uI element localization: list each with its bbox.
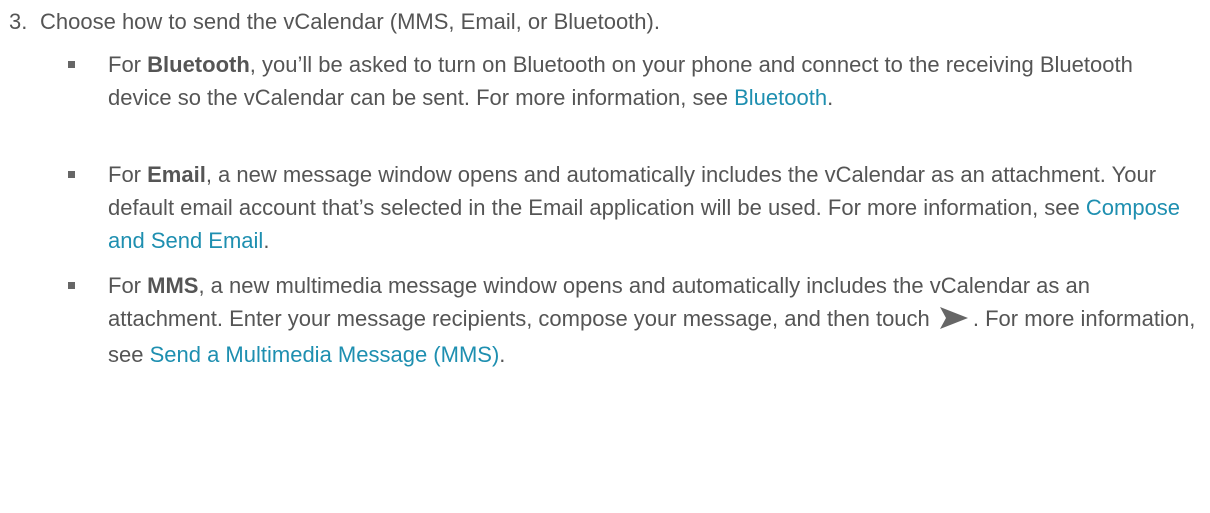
bullet-prefix: For <box>108 162 148 187</box>
bullet-bold-term: Email <box>147 162 206 187</box>
bluetooth-link[interactable]: Bluetooth <box>734 85 827 110</box>
send-icon <box>939 305 968 338</box>
bullet-text: For Email, a new message window opens an… <box>108 158 1198 257</box>
bullet-suffix: . <box>499 342 506 367</box>
send-a-multimedia-message-link[interactable]: Send a Multimedia Message (MMS) <box>150 342 500 367</box>
document-page: 3. Choose how to send the vCalendar (MMS,… <box>0 0 1210 513</box>
bullet-body: , you’ll be asked to turn on Bluetooth o… <box>108 52 1133 110</box>
step-3: 3. Choose how to send the vCalendar (MMS,… <box>9 5 1189 38</box>
bullet-text: For Bluetooth, you’ll be asked to turn o… <box>108 48 1198 114</box>
step-number: 3. <box>9 9 28 34</box>
square-bullet-icon <box>68 61 75 68</box>
step-text: Choose how to send the vCalendar (MMS, E… <box>40 9 660 34</box>
square-bullet-icon <box>68 171 75 178</box>
square-bullet-icon <box>68 282 75 289</box>
bullet-suffix: . <box>263 228 270 253</box>
bullet-text: For MMS, a new multimedia message window… <box>108 269 1198 371</box>
bullet-prefix: For <box>108 273 148 298</box>
bullet-suffix: . <box>827 85 834 110</box>
bullet-bold-term: MMS <box>147 273 199 298</box>
bullet-body: , a new message window opens and automat… <box>108 162 1157 220</box>
bullet-bold-term: Bluetooth <box>147 52 250 77</box>
bullet-prefix: For <box>108 52 148 77</box>
